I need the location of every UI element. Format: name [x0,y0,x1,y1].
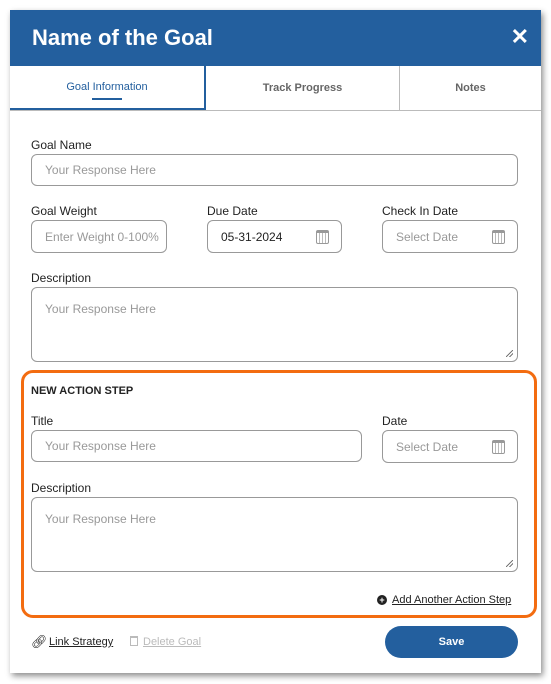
check-in-date-placeholder: Select Date [396,229,459,244]
action-title-label: Title [31,414,54,428]
link-icon: 🔗︎ [31,634,48,649]
action-description-placeholder: Your Response Here [45,512,156,526]
trash-icon [130,636,138,646]
close-icon[interactable]: ✕ [511,24,529,50]
tab-notes[interactable]: Notes [400,66,541,110]
due-date-label: Due Date [207,204,258,218]
resize-handle-icon[interactable] [506,350,513,357]
goal-name-input[interactable]: Your Response Here [31,154,518,186]
calendar-icon[interactable] [492,439,505,454]
due-date-value: 05-31-2024 [221,229,283,244]
modal-title: Name of the Goal [32,25,213,50]
action-description-textarea[interactable]: Your Response Here [31,497,518,572]
tab-goal-information[interactable]: Goal Information [10,66,206,110]
action-title-input[interactable]: Your Response Here [31,430,362,462]
goal-modal: Name of the Goal ✕ Goal Information Trac… [10,10,541,673]
delete-goal-link[interactable]: Delete Goal [143,636,201,648]
action-date-label: Date [382,414,408,428]
goal-name-label: Goal Name [31,138,92,152]
modal-header: Name of the Goal ✕ [10,10,541,66]
plus-circle-icon[interactable]: + [377,595,387,605]
action-date-placeholder: Select Date [396,439,459,454]
add-another-action-step-link[interactable]: Add Another Action Step [392,594,511,606]
due-date-input[interactable]: 05-31-2024 [207,220,342,253]
tab-track-progress[interactable]: Track Progress [206,66,400,110]
action-date-input[interactable]: Select Date [382,430,518,463]
check-in-date-input[interactable]: Select Date [382,220,518,253]
new-action-step-heading: NEW ACTION STEP [31,385,134,397]
calendar-icon[interactable] [316,229,329,244]
new-action-step-section [21,370,537,618]
goal-weight-label: Goal Weight [31,204,97,218]
resize-handle-icon[interactable] [506,560,513,567]
goal-weight-input[interactable]: Enter Weight 0-100% [31,220,167,253]
description-textarea[interactable]: Your Response Here [31,287,518,362]
action-description-label: Description [31,481,92,495]
calendar-icon[interactable] [492,229,505,244]
save-button[interactable]: Save [385,626,518,658]
description-placeholder: Your Response Here [45,302,156,316]
tab-bar: Goal Information Track Progress Notes [10,66,541,111]
link-strategy-link[interactable]: Link Strategy [49,636,113,648]
description-label: Description [31,271,92,285]
check-in-date-label: Check In Date [382,204,459,218]
